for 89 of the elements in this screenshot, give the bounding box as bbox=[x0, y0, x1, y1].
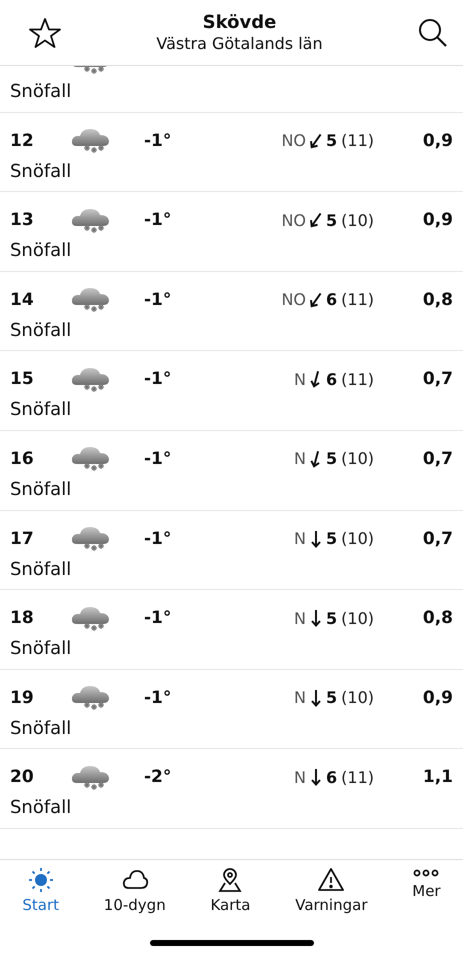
wind-speed: 5 bbox=[326, 131, 338, 150]
wind-direction: NO bbox=[281, 131, 306, 150]
precipitation: 0,7 bbox=[422, 369, 453, 390]
wind-gust: (11) bbox=[341, 131, 374, 150]
snow-cloud-icon bbox=[72, 685, 110, 710]
precipitation: 0,7 bbox=[422, 528, 453, 549]
weather-description: Snöfall bbox=[10, 638, 72, 660]
wind-gust: (11) bbox=[341, 370, 374, 389]
snow-cloud-icon bbox=[72, 366, 110, 392]
wind-speed: 5 bbox=[326, 529, 338, 548]
wind-direction: N bbox=[294, 608, 306, 628]
hour-label: 18 bbox=[10, 608, 35, 628]
wind-arrow-icon bbox=[310, 688, 322, 707]
hour-label: 20 bbox=[10, 767, 35, 788]
weather-description: Snöfall bbox=[10, 240, 72, 262]
snow-cloud-icon bbox=[72, 287, 110, 312]
wind-speed: 6 bbox=[326, 768, 338, 787]
temperature: -1° bbox=[144, 290, 172, 310]
snow-cloud-icon bbox=[72, 606, 110, 631]
temperature: -1° bbox=[144, 369, 172, 390]
snow-cloud-icon bbox=[72, 764, 110, 790]
weather-description: Snöfall bbox=[10, 320, 72, 341]
wind-gust: (10) bbox=[341, 608, 374, 628]
precipitation: 1,1 bbox=[422, 767, 453, 788]
temperature: -1° bbox=[144, 130, 172, 151]
wind-gust: (10) bbox=[341, 210, 374, 230]
tab[interactable]: Start bbox=[20, 866, 62, 914]
wind-direction: N bbox=[294, 529, 306, 548]
wind-direction: N bbox=[294, 449, 306, 468]
precipitation: 0,9 bbox=[422, 210, 453, 230]
snow-cloud-icon bbox=[72, 446, 110, 472]
wind-gust: (10) bbox=[341, 688, 374, 708]
temperature: -1° bbox=[144, 210, 172, 230]
wind-gust: (11) bbox=[341, 768, 374, 787]
hour-label: 15 bbox=[10, 369, 35, 390]
wind-arrow-icon bbox=[310, 530, 322, 548]
snow-cloud-icon bbox=[72, 208, 110, 233]
temperature: -1° bbox=[144, 528, 172, 549]
star-icon[interactable] bbox=[28, 16, 62, 48]
map-pin-icon bbox=[216, 866, 244, 894]
temperature: -1° bbox=[144, 448, 172, 469]
wind-speed: 6 bbox=[326, 290, 338, 310]
temperature: -1° bbox=[144, 688, 172, 708]
wind-speed: 5 bbox=[326, 608, 338, 628]
sun-icon bbox=[26, 866, 55, 894]
hour-label: 17 bbox=[10, 528, 35, 549]
search-icon[interactable] bbox=[417, 16, 449, 48]
hour-label: 13 bbox=[10, 210, 35, 230]
city-title: Skövde bbox=[202, 12, 276, 33]
wind-direction: NO bbox=[281, 290, 306, 310]
wind-speed: 5 bbox=[326, 210, 338, 230]
temperature: -1° bbox=[144, 608, 172, 628]
wind-speed: 5 bbox=[326, 688, 338, 708]
hour-label: 16 bbox=[10, 448, 35, 469]
wind-direction: N bbox=[294, 688, 306, 708]
precipitation: 0,9 bbox=[422, 688, 453, 708]
hour-label: 14 bbox=[10, 290, 35, 310]
weather-description: Snöfall bbox=[10, 81, 72, 102]
warning-icon bbox=[317, 866, 346, 894]
wind-direction: N bbox=[294, 768, 306, 787]
precipitation: 0,8 bbox=[422, 290, 453, 310]
wind-arrow-icon bbox=[310, 768, 322, 786]
hour-label: 19 bbox=[10, 688, 35, 708]
wind-direction: NO bbox=[281, 210, 306, 230]
weather-description: Snöfall bbox=[10, 797, 72, 818]
region-subtitle: Västra Götalands län bbox=[156, 34, 323, 53]
temperature: -2° bbox=[144, 767, 172, 788]
wind-gust: (10) bbox=[341, 449, 374, 468]
hour-label: 12 bbox=[10, 130, 35, 151]
precipitation: 0,7 bbox=[422, 448, 453, 469]
weather-description: Snöfall bbox=[10, 160, 72, 182]
weather-description: Snöfall bbox=[10, 558, 72, 580]
wind-speed: 6 bbox=[326, 370, 338, 389]
wind-arrow-icon bbox=[310, 609, 322, 628]
snow-cloud-icon bbox=[72, 128, 110, 154]
weather-description: Snöfall bbox=[10, 399, 72, 420]
precipitation: 0,8 bbox=[422, 608, 453, 628]
precipitation: 0,9 bbox=[422, 130, 453, 151]
wind-gust: (10) bbox=[341, 529, 374, 548]
tab[interactable]: 10-dygn bbox=[102, 866, 168, 914]
tab[interactable]: Mer bbox=[410, 866, 443, 914]
tab[interactable]: Karta bbox=[208, 866, 252, 914]
snow-cloud-icon bbox=[72, 526, 110, 552]
weather-description: Snöfall bbox=[10, 478, 72, 500]
tab[interactable]: Varningar bbox=[293, 866, 370, 914]
wind-gust: (11) bbox=[341, 290, 374, 310]
wind-direction: N bbox=[294, 370, 306, 389]
wind-speed: 5 bbox=[326, 449, 338, 468]
weather-description: Snöfall bbox=[10, 718, 72, 739]
